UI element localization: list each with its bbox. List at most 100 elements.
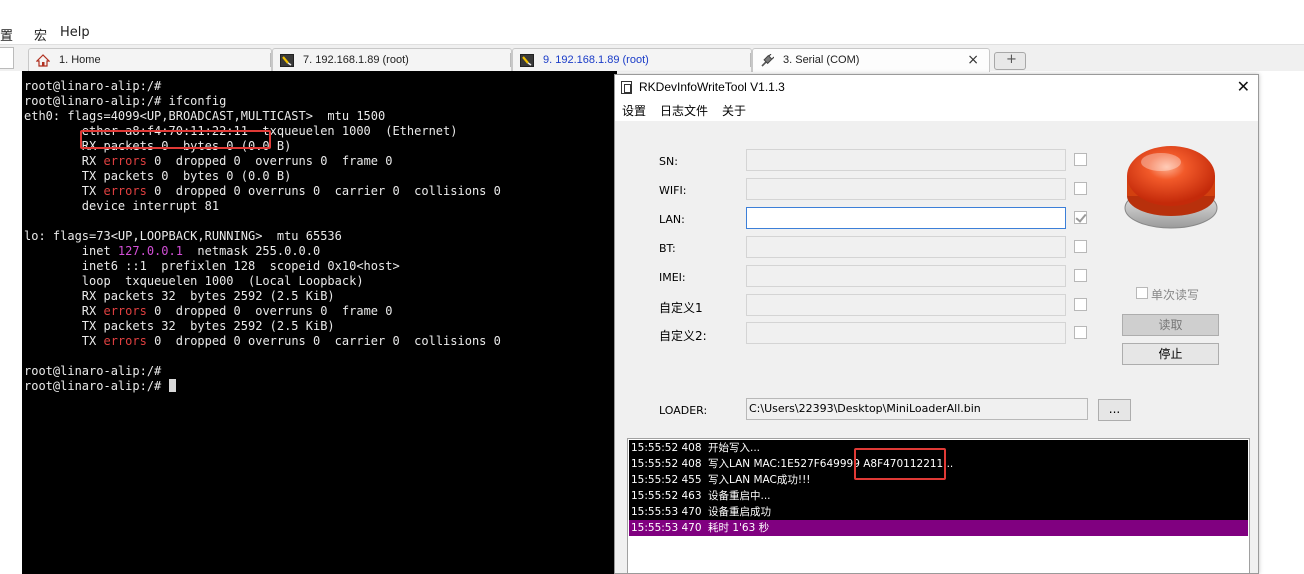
- terminal-line: lo: flags=73<UP,LOOPBACK,RUNNING> mtu 65…: [24, 229, 342, 243]
- screen: 置 宏 Help 1. Home 7. 192.168.1.89 (root): [0, 0, 1304, 574]
- close-icon[interactable]: ×: [967, 52, 979, 68]
- tab-session-7[interactable]: 7. 192.168.1.89 (root): [272, 48, 512, 72]
- terminal-line: root@linaro-alip:/#: [24, 79, 162, 93]
- log-time: 15:55:53 470: [631, 506, 702, 518]
- log-time: 15:55:52 455: [631, 474, 702, 486]
- terminal-line: TX errors 0 dropped 0 overruns 0 carrier…: [24, 184, 501, 198]
- terminal-output[interactable]: root@linaro-alip:/# root@linaro-alip:/# i…: [22, 71, 617, 574]
- sn-checkbox[interactable]: [1074, 153, 1087, 166]
- menu-item-settings[interactable]: 置: [0, 25, 13, 44]
- terminal-line: inet6 ::1 prefixlen 128 scopeid 0x10<hos…: [24, 259, 400, 273]
- new-tab-button[interactable]: +: [994, 52, 1026, 70]
- app-icon: [621, 81, 632, 94]
- custom2-label: 自定义2:: [659, 329, 707, 343]
- bt-input[interactable]: [746, 236, 1066, 258]
- terminal-line: RX packets 32 bytes 2592 (2.5 KiB): [24, 289, 335, 303]
- log-time: 15:55:52 408: [631, 442, 702, 454]
- tab-bar: 1. Home 7. 192.168.1.89 (root) 9. 192.16…: [0, 44, 1304, 72]
- terminal-line: root@linaro-alip:/#: [24, 379, 176, 394]
- tab-session-9[interactable]: 9. 192.168.1.89 (root): [512, 48, 752, 72]
- close-icon[interactable]: ✕: [1237, 77, 1250, 96]
- custom1-input[interactable]: [746, 294, 1066, 316]
- tab-session-7-label: 7. 192.168.1.89 (root): [303, 54, 409, 66]
- terminal-line: RX errors 0 dropped 0 overruns 0 frame 0: [24, 304, 393, 318]
- serial-plug-icon: [761, 54, 774, 67]
- loader-path-input[interactable]: C:\Users\22393\Desktop\MiniLoaderAll.bin: [746, 398, 1088, 420]
- log-panel[interactable]: 15:55:52 408 开始写入... 15:55:52 408 写入LAN …: [627, 438, 1250, 573]
- mac-highlight-box: [80, 130, 271, 149]
- tab-divider: [270, 53, 271, 67]
- terminal-line: eth0: flags=4099<UP,BROADCAST,MULTICAST>…: [24, 109, 386, 123]
- menu-about[interactable]: 关于: [722, 102, 746, 119]
- loader-label: LOADER:: [659, 404, 708, 417]
- terminal-session-icon: [520, 54, 534, 67]
- custom2-input[interactable]: [746, 322, 1066, 344]
- menu-item-help[interactable]: Help: [60, 25, 90, 40]
- log-time: 15:55:52 463: [631, 490, 702, 502]
- wifi-label: WIFI:: [659, 184, 687, 197]
- tab-serial[interactable]: 3. Serial (COM) ×: [752, 48, 990, 72]
- plus-icon: +: [1006, 52, 1017, 67]
- log-message: 设备重启成功: [708, 506, 771, 518]
- tab-divider: [510, 53, 511, 67]
- imei-label: IMEI:: [659, 271, 686, 284]
- rkdevinfo-window: RKDevInfoWriteTool V1.1.3 ✕ 设置 日志文件 关于 S…: [614, 74, 1259, 574]
- log-time: 15:55:53 470: [631, 522, 702, 534]
- window-titlebar[interactable]: RKDevInfoWriteTool V1.1.3 ✕: [615, 75, 1258, 99]
- terminal-cursor: [168, 379, 176, 392]
- bt-label: BT:: [659, 242, 676, 255]
- custom2-checkbox[interactable]: [1074, 326, 1087, 339]
- stop-button[interactable]: 停止: [1122, 343, 1219, 365]
- log-message: 写入LAN MAC成功!!!: [708, 474, 811, 486]
- tab-session-9-label: 9. 192.168.1.89 (root): [543, 54, 649, 66]
- sn-input[interactable]: [746, 149, 1066, 171]
- single-read-checkbox[interactable]: [1136, 287, 1148, 299]
- home-icon: [36, 54, 50, 67]
- log-row: 15:55:53 470 设备重启成功: [629, 504, 1248, 520]
- wifi-checkbox[interactable]: [1074, 182, 1087, 195]
- log-row: 15:55:52 463 设备重启中...: [629, 488, 1248, 504]
- terminal-line: RX errors 0 dropped 0 overruns 0 frame 0: [24, 154, 393, 168]
- menu-log-file[interactable]: 日志文件: [660, 102, 708, 119]
- window-title: RKDevInfoWriteTool V1.1.3: [639, 80, 785, 94]
- lan-input[interactable]: [746, 207, 1066, 229]
- terminal-line: TX packets 0 bytes 0 (0.0 B): [24, 169, 292, 183]
- bt-checkbox[interactable]: [1074, 240, 1087, 253]
- menu-settings[interactable]: 设置: [622, 102, 646, 119]
- single-read-label: 单次读写: [1151, 288, 1200, 302]
- log-time: 15:55:52 408: [631, 458, 702, 470]
- log-row-highlighted: 15:55:53 470 耗时 1'63 秒: [629, 520, 1248, 536]
- tab-home-label: 1. Home: [59, 54, 101, 66]
- wifi-input[interactable]: [746, 178, 1066, 200]
- terminal-line: inet 127.0.0.1 netmask 255.0.0.0: [24, 244, 321, 258]
- terminal-line: root@linaro-alip:/# ifconfig: [24, 94, 227, 108]
- tab-scroll-stub[interactable]: [0, 47, 14, 69]
- menu-item-macro[interactable]: 宏: [34, 25, 47, 44]
- imei-input[interactable]: [746, 265, 1066, 287]
- tab-serial-label: 3. Serial (COM): [783, 54, 860, 66]
- menu-bar: 置 宏 Help: [0, 20, 1304, 44]
- terminal-line: loop txqueuelen 1000 (Local Loopback): [24, 274, 364, 288]
- window-body: SN: WIFI: LAN: BT: IMEI: 自定义1 自定义2: 单次读写…: [615, 121, 1258, 573]
- log-message: 开始写入...: [708, 442, 761, 454]
- log-message: 设备重启中...: [708, 490, 771, 502]
- terminal-session-icon: [280, 54, 294, 67]
- window-menu-bar: 设置 日志文件 关于: [615, 99, 1258, 121]
- big-red-start-button[interactable]: [1121, 136, 1221, 236]
- terminal-line: TX errors 0 dropped 0 overruns 0 carrier…: [24, 334, 501, 348]
- terminal-line: TX packets 32 bytes 2592 (2.5 KiB): [24, 319, 335, 333]
- custom1-label: 自定义1: [659, 301, 703, 315]
- log-message: 耗时 1'63 秒: [708, 522, 770, 534]
- lan-label: LAN:: [659, 213, 685, 226]
- tab-divider: [750, 53, 751, 67]
- custom1-checkbox[interactable]: [1074, 298, 1087, 311]
- imei-checkbox[interactable]: [1074, 269, 1087, 282]
- mac-highlight-box: [854, 448, 946, 480]
- sn-label: SN:: [659, 155, 678, 168]
- tab-home[interactable]: 1. Home: [28, 48, 272, 72]
- browse-button[interactable]: ...: [1098, 399, 1131, 421]
- terminal-line: device interrupt 81: [24, 199, 220, 213]
- read-button[interactable]: 读取: [1122, 314, 1219, 336]
- lan-checkbox[interactable]: [1074, 211, 1087, 224]
- terminal-line: root@linaro-alip:/#: [24, 364, 162, 378]
